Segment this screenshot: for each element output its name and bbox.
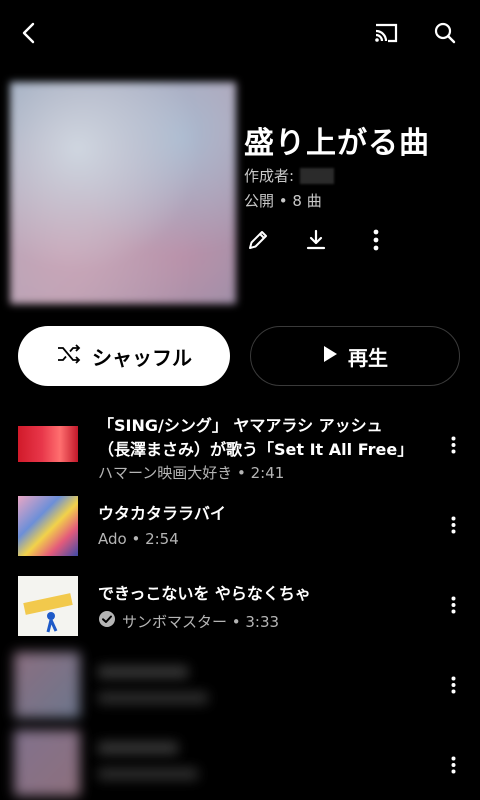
track-row-redacted[interactable]	[0, 730, 480, 796]
track-subtitle-wrap: サンボマスター • 3:33	[98, 610, 279, 632]
top-bar	[0, 0, 480, 66]
edit-pencil-icon[interactable]	[242, 224, 274, 256]
more-vert-icon[interactable]	[440, 752, 466, 778]
more-vert-icon[interactable]	[360, 224, 392, 256]
playlist-meta: 公開 • 8 曲	[244, 192, 322, 210]
redacted-title	[98, 666, 188, 678]
verified-check-icon	[98, 610, 116, 632]
track-title: できっこないを やらなくちゃ	[98, 584, 311, 603]
play-button[interactable]: 再生	[250, 326, 460, 386]
shuffle-button[interactable]: シャッフル	[18, 326, 230, 386]
more-vert-icon[interactable]	[440, 432, 466, 458]
redacted-title	[98, 742, 178, 754]
search-icon[interactable]	[428, 16, 462, 50]
track-title-line2: （長澤まさみ）が歌う「Set It All Free」	[98, 440, 414, 459]
track-subtitle: サンボマスター • 3:33	[122, 612, 280, 631]
download-icon[interactable]	[300, 224, 332, 256]
playlist-cover-image	[10, 82, 236, 304]
playlist-title: 盛り上がる曲	[244, 126, 430, 161]
redacted-subtitle	[98, 692, 208, 704]
track-row[interactable]: ウタカタララバイ Ado • 2:54	[0, 496, 480, 560]
more-vert-icon[interactable]	[440, 592, 466, 618]
more-vert-icon[interactable]	[440, 672, 466, 698]
track-thumbnail	[14, 652, 80, 718]
play-icon	[322, 344, 338, 368]
track-thumbnail	[14, 730, 80, 796]
track-thumbnail	[18, 426, 78, 462]
track-thumbnail	[18, 576, 78, 636]
shuffle-icon	[56, 343, 82, 370]
creator-name-redacted[interactable]	[300, 168, 335, 184]
play-label: 再生	[348, 345, 388, 370]
creator-label: 作成者:	[244, 167, 295, 185]
cast-icon[interactable]	[368, 16, 404, 50]
track-row[interactable]: 「SING/シング」 ヤマアラシ アッシュ （長澤まさみ）が歌う「Set It …	[0, 408, 480, 482]
track-subtitle: ハマーン映画大好き • 2:41	[98, 464, 285, 482]
more-vert-icon[interactable]	[440, 512, 466, 538]
back-arrow-icon[interactable]	[12, 16, 46, 50]
track-row[interactable]: できっこないを やらなくちゃ サンボマスター • 3:33	[0, 576, 480, 640]
shuffle-label: シャッフル	[92, 345, 192, 370]
track-subtitle: Ado • 2:54	[98, 530, 179, 548]
track-thumbnail	[18, 496, 78, 556]
redacted-subtitle	[98, 768, 198, 780]
playlist-creator: 作成者:	[244, 165, 335, 186]
track-title-line1: 「SING/シング」 ヤマアラシ アッシュ	[98, 416, 383, 435]
track-title: ウタカタララバイ	[98, 504, 226, 523]
track-row-redacted[interactable]	[0, 652, 480, 718]
